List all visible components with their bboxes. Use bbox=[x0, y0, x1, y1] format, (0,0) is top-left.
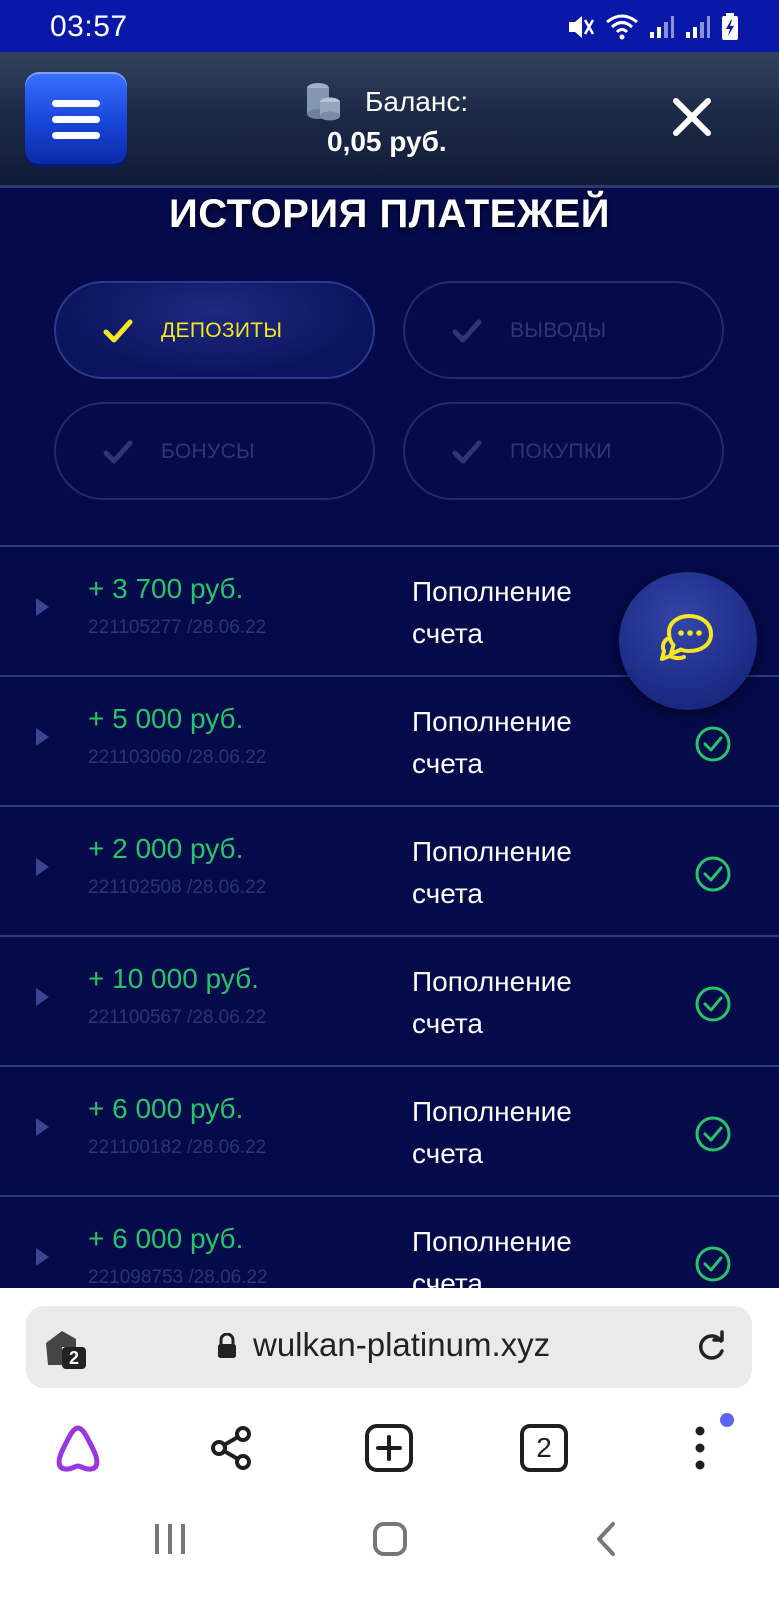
transaction-description: Пополнение счета bbox=[412, 836, 572, 909]
transaction-amount: + 6 000 руб. bbox=[88, 1223, 244, 1254]
alice-assistant-icon[interactable] bbox=[48, 1418, 108, 1478]
signal-icon bbox=[650, 16, 674, 38]
expand-arrow-icon[interactable] bbox=[36, 988, 49, 1006]
notification-dot bbox=[720, 1413, 734, 1427]
transaction-row[interactable]: + 2 000 руб. 221102508 /28.06.22 Пополне… bbox=[0, 807, 779, 937]
check-icon bbox=[452, 440, 482, 464]
mute-icon bbox=[569, 16, 595, 38]
chat-icon bbox=[660, 614, 713, 661]
transaction-description: Пополнение счета bbox=[412, 1096, 572, 1169]
browser-toolbar: 2 bbox=[0, 1408, 779, 1488]
transaction-description: Пополнение счета bbox=[412, 576, 572, 649]
filter-deposits[interactable]: ДЕПОЗИТЫ bbox=[54, 281, 375, 379]
filter-label: ПОКУПКИ bbox=[510, 440, 612, 463]
site-header: Баланс: 0,05 руб. bbox=[0, 52, 779, 188]
transaction-row[interactable]: + 6 000 руб. 221098753 /28.06.22 Пополне… bbox=[0, 1197, 779, 1288]
tabs-count: 2 bbox=[520, 1424, 568, 1472]
balance-label: Баланс: bbox=[365, 86, 469, 117]
browser-chrome: 2 wulkan-platinum.xyz 2 bbox=[0, 1288, 779, 1600]
expand-arrow-icon[interactable] bbox=[36, 598, 49, 616]
filter-purchases[interactable]: ПОКУПКИ bbox=[403, 402, 724, 500]
status-icons bbox=[567, 12, 739, 42]
menu-icon bbox=[52, 100, 100, 107]
transaction-amount: + 6 000 руб. bbox=[88, 1093, 244, 1124]
expand-arrow-icon[interactable] bbox=[36, 728, 49, 746]
transaction-id-date: 221100182 /28.06.22 bbox=[88, 1137, 267, 1158]
system-nav-bar bbox=[0, 1488, 779, 1600]
check-icon bbox=[452, 319, 482, 343]
signal-icon-2 bbox=[686, 16, 710, 38]
filter-label: ВЫВОДЫ bbox=[510, 319, 607, 342]
filter-label: БОНУСЫ bbox=[161, 440, 255, 463]
filter-withdrawals[interactable]: ВЫВОДЫ bbox=[403, 281, 724, 379]
recent-apps-icon[interactable] bbox=[153, 1522, 187, 1556]
chat-button[interactable] bbox=[619, 572, 757, 710]
balance-value: 0,05 руб. bbox=[327, 126, 447, 157]
transaction-row[interactable]: + 6 000 руб. 221100182 /28.06.22 Пополне… bbox=[0, 1067, 779, 1197]
check-icon bbox=[103, 440, 133, 464]
private-tabs-icon[interactable]: 2 bbox=[42, 1325, 90, 1373]
success-check-icon bbox=[695, 1116, 731, 1152]
status-bar: 03:57 bbox=[0, 0, 779, 52]
transaction-id-date: 221103060 /28.06.22 bbox=[88, 747, 267, 768]
transaction-amount: + 2 000 руб. bbox=[88, 833, 244, 864]
reload-icon[interactable] bbox=[694, 1330, 728, 1364]
transaction-description: Пополнение счета bbox=[412, 1226, 572, 1288]
address-bar[interactable]: 2 wulkan-platinum.xyz bbox=[26, 1306, 752, 1388]
transaction-description: Пополнение счета bbox=[412, 706, 572, 779]
url-text[interactable]: wulkan-platinum.xyz bbox=[253, 1326, 550, 1364]
transaction-id-date: 221102508 /28.06.22 bbox=[88, 877, 267, 898]
more-menu-icon[interactable] bbox=[670, 1418, 730, 1478]
close-icon[interactable] bbox=[671, 96, 713, 138]
back-icon[interactable] bbox=[594, 1521, 618, 1557]
filter-label: ДЕПОЗИТЫ bbox=[161, 319, 283, 342]
success-check-icon bbox=[695, 726, 731, 762]
menu-button[interactable] bbox=[25, 72, 127, 164]
success-check-icon bbox=[695, 1246, 731, 1282]
menu-icon-bar bbox=[52, 116, 100, 123]
share-icon[interactable] bbox=[202, 1418, 262, 1478]
transaction-description: Пополнение счета bbox=[412, 966, 572, 1039]
filter-bonuses[interactable]: БОНУСЫ bbox=[54, 402, 375, 500]
tabs-button[interactable]: 2 bbox=[514, 1418, 574, 1478]
success-check-icon bbox=[695, 856, 731, 892]
expand-arrow-icon[interactable] bbox=[36, 1118, 49, 1136]
new-tab-icon[interactable] bbox=[359, 1418, 419, 1478]
transaction-row[interactable]: + 10 000 руб. 221100567 /28.06.22 Пополн… bbox=[0, 937, 779, 1067]
expand-arrow-icon[interactable] bbox=[36, 1248, 49, 1266]
page-title: ИСТОРИЯ ПЛАТЕЖЕЙ bbox=[169, 192, 610, 236]
transaction-id-date: 221098753 /28.06.22 bbox=[88, 1267, 268, 1288]
private-tabs-count: 2 bbox=[69, 1348, 79, 1368]
check-icon bbox=[103, 319, 133, 343]
transaction-id-date: 221100567 /28.06.22 bbox=[88, 1007, 267, 1028]
expand-arrow-icon[interactable] bbox=[36, 858, 49, 876]
wifi-icon bbox=[606, 14, 638, 40]
transaction-amount: + 3 700 руб. bbox=[88, 573, 244, 604]
transaction-id-date: 221105277 /28.06.22 bbox=[88, 617, 267, 638]
coins-icon bbox=[307, 83, 340, 121]
lock-icon bbox=[218, 1333, 236, 1358]
transaction-amount: + 5 000 руб. bbox=[88, 703, 244, 734]
status-time: 03:57 bbox=[50, 10, 128, 43]
success-check-icon bbox=[695, 986, 731, 1022]
menu-icon-bar bbox=[52, 132, 100, 139]
battery-icon bbox=[722, 13, 738, 40]
home-icon[interactable] bbox=[372, 1521, 408, 1557]
transaction-amount: + 10 000 руб. bbox=[88, 963, 259, 994]
